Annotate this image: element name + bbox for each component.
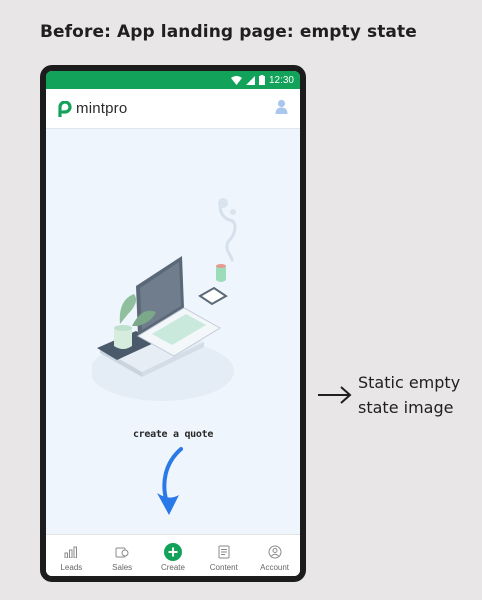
bottom-nav: Leads Sales Create Content Account: [46, 534, 300, 576]
nav-label-content: Content: [209, 563, 238, 572]
user-avatar-icon[interactable]: [275, 99, 288, 119]
battery-icon: [258, 75, 265, 85]
sales-icon: [115, 543, 129, 561]
nav-item-account[interactable]: Account: [250, 543, 300, 572]
nav-label-create: Create: [160, 563, 185, 572]
app-screen: 12:30 mintpro create a quote Leads Sales…: [46, 71, 300, 576]
app-header: mintpro: [46, 89, 300, 129]
nav-item-leads[interactable]: Leads: [46, 543, 96, 572]
plus-circle-icon: [163, 543, 182, 561]
arrow-down-icon: [157, 447, 183, 515]
nav-item-create[interactable]: Create: [148, 543, 198, 572]
document-icon: [218, 543, 230, 561]
nav-item-content[interactable]: Content: [199, 543, 249, 572]
account-icon: [268, 543, 282, 561]
wifi-icon: [230, 75, 242, 85]
logo-text: mintpro: [76, 100, 128, 117]
status-time: 12:30: [268, 74, 294, 86]
app-logo[interactable]: mintpro: [58, 100, 127, 117]
signal-icon: [245, 75, 255, 85]
annotation-arrow-icon: [318, 386, 352, 404]
nav-label-account: Account: [260, 563, 290, 572]
annotation-text: Static empty state image: [358, 373, 461, 417]
nav-label-leads: Leads: [60, 563, 83, 572]
nav-label-sales: Sales: [112, 563, 133, 572]
page-heading: Before: App landing page: empty state: [40, 22, 417, 42]
bar-chart-icon: [64, 543, 78, 561]
create-quote-hint: create a quote: [132, 429, 214, 440]
mintpro-logo-icon: [58, 100, 72, 117]
laptop-desk-illustration: [92, 198, 237, 401]
nav-item-sales[interactable]: Sales: [97, 543, 147, 572]
status-bar: 12:30: [46, 71, 300, 89]
phone-mockup: 12:30 mintpro create a quote Leads Sales…: [40, 65, 306, 582]
